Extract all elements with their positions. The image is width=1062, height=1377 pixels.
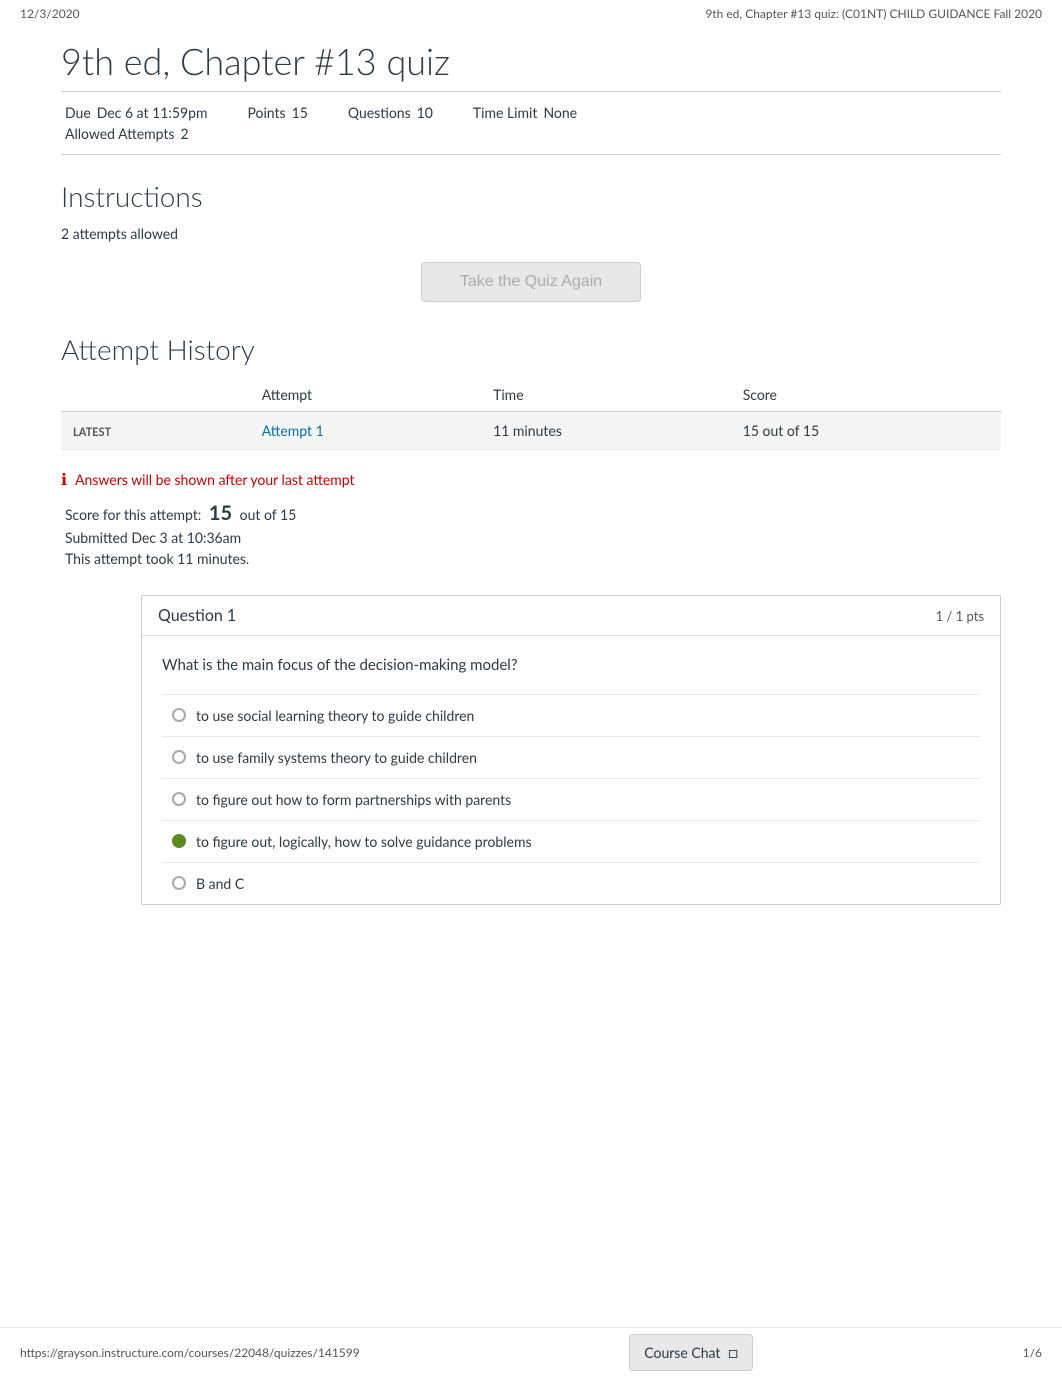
meta-questions: Questions 10 — [348, 104, 433, 121]
radio-circle — [172, 708, 186, 722]
attempt-link: Attempt 1 — [262, 422, 324, 439]
top-bar: 12/3/2020 9th ed, Chapter #13 quiz: (C01… — [0, 0, 1062, 27]
answer-option-3: to figure out how to form partnerships w… — [162, 778, 980, 820]
question-1-text: What is the main focus of the decision-m… — [162, 656, 980, 674]
time-limit-label: Time Limit — [473, 104, 538, 121]
top-bar-title: 9th ed, Chapter #13 quiz: (C01NT) CHILD … — [705, 6, 1042, 21]
radio-circle — [172, 876, 186, 890]
course-chat-label: Course Chat — [644, 1344, 720, 1361]
option-text: to use social learning theory to guide c… — [196, 707, 474, 724]
score-line: Score for this attempt: 15 out of 15 — [65, 501, 1001, 525]
col-score: Score — [731, 378, 1001, 412]
time-limit-value: None — [543, 104, 577, 121]
course-chat-button[interactable]: Course Chat □ — [629, 1334, 753, 1371]
pagination: 1/6 — [1023, 1345, 1042, 1360]
quiz-meta-bar: Due Dec 6 at 11:59pm Points 15 Questions… — [61, 92, 1001, 155]
score-submitted: Submitted Dec 3 at 10:36am — [65, 529, 1001, 546]
attempt-history-title: Attempt History — [61, 332, 1001, 366]
attempt-table-header: Attempt Time Score — [61, 378, 1001, 412]
answer-notice-text: Answers will be shown after your last at… — [75, 471, 354, 488]
due-value: Dec 6 at 11:59pm — [97, 104, 208, 121]
radio-circle — [172, 792, 186, 806]
col-badge — [61, 378, 250, 412]
option-text: to figure out, logically, how to solve g… — [196, 833, 532, 850]
option-text: B and C — [196, 875, 244, 892]
question-1-label: Question 1 — [158, 606, 236, 625]
course-chat-icon: □ — [728, 1343, 738, 1362]
answer-option-1: to use social learning theory to guide c… — [162, 694, 980, 736]
allowed-attempts-value: 2 — [180, 125, 188, 142]
meta-time-limit: Time Limit None — [473, 104, 577, 121]
questions-label: Questions — [348, 104, 411, 121]
top-bar-date: 12/3/2020 — [20, 6, 80, 21]
col-attempt: Attempt — [250, 378, 481, 412]
attempt-history-section: Attempt History Attempt Time Score LATES… — [61, 332, 1001, 450]
meta-allowed-attempts: Allowed Attempts 2 — [65, 125, 189, 142]
bottom-url: https://grayson.instructure.com/courses/… — [20, 1345, 360, 1360]
bottom-bar: https://grayson.instructure.com/courses/… — [0, 1327, 1062, 1377]
answer-option-4: to figure out, logically, how to solve g… — [162, 820, 980, 862]
score-summary: Score for this attempt: 15 out of 15 Sub… — [65, 501, 1001, 567]
score-out-of: out of 15 — [240, 506, 297, 523]
row-badge: LATEST — [61, 412, 250, 450]
table-row: LATEST Attempt 1 11 minutes 15 out of 15 — [61, 412, 1001, 450]
answer-notice-icon: ℹ — [61, 470, 67, 489]
question-1-header: Question 1 1 / 1 pts — [142, 596, 1000, 635]
answer-option-2: to use family systems theory to guide ch… — [162, 736, 980, 778]
question-1-body: What is the main focus of the decision-m… — [142, 635, 1000, 904]
row-time: 11 minutes — [481, 412, 731, 450]
score-label: Score for this attempt: — [65, 506, 201, 523]
answer-options: to use social learning theory to guide c… — [162, 694, 980, 904]
score-time-taken: This attempt took 11 minutes. — [65, 550, 1001, 567]
meta-due: Due Dec 6 at 11:59pm — [65, 104, 207, 121]
meta-points: Points 15 — [247, 104, 307, 121]
row-score: 15 out of 15 — [731, 412, 1001, 450]
question-1-points: 1 / 1 pts — [936, 608, 984, 624]
page-container: 9th ed, Chapter #13 quiz Due Dec 6 at 11… — [41, 27, 1021, 945]
col-time: Time — [481, 378, 731, 412]
correct-indicator — [172, 834, 186, 848]
row-attempt[interactable]: Attempt 1 — [250, 412, 481, 450]
quiz-meta-row2: Allowed Attempts 2 — [65, 125, 997, 142]
quiz-meta-row1: Due Dec 6 at 11:59pm Points 15 Questions… — [65, 104, 997, 121]
points-value: 15 — [292, 104, 308, 121]
option-text: to figure out how to form partnerships w… — [196, 791, 511, 808]
allowed-attempts-label: Allowed Attempts — [65, 125, 174, 142]
answer-notice: ℹ Answers will be shown after your last … — [61, 470, 1001, 489]
take-quiz-button[interactable]: Take the Quiz Again — [421, 262, 641, 302]
radio-circle — [172, 750, 186, 764]
quiz-title: 9th ed, Chapter #13 quiz — [61, 27, 1001, 92]
questions-value: 10 — [417, 104, 433, 121]
option-text: to use family systems theory to guide ch… — [196, 749, 477, 766]
instructions-title: Instructions — [61, 179, 1001, 213]
score-number: 15 — [209, 501, 232, 525]
instructions-body: 2 attempts allowed — [61, 225, 1001, 242]
due-label: Due — [65, 104, 91, 121]
answer-option-5: B and C — [162, 862, 980, 904]
points-label: Points — [247, 104, 285, 121]
question-1-block: Question 1 1 / 1 pts What is the main fo… — [141, 595, 1001, 905]
attempt-history-table: Attempt Time Score LATEST Attempt 1 11 m… — [61, 378, 1001, 450]
